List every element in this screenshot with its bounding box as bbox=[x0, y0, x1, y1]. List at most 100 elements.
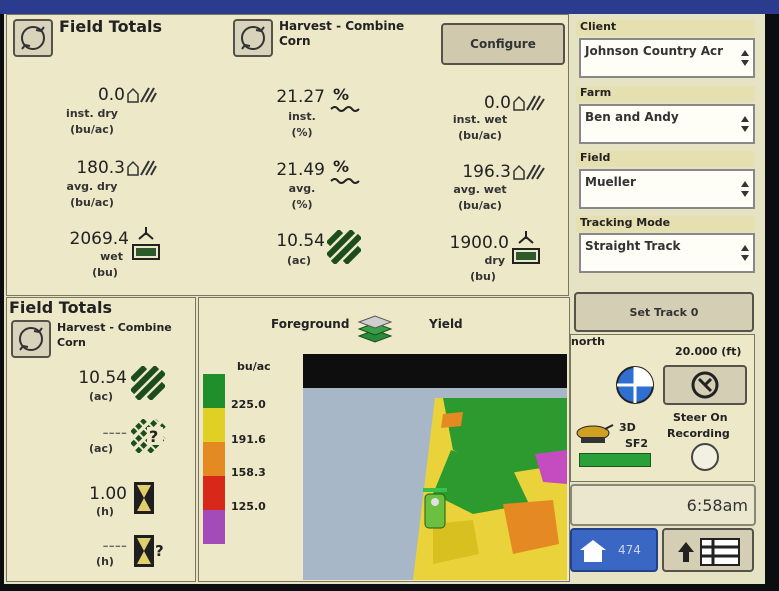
foreground-label: Foreground bbox=[271, 317, 350, 331]
field-header: Field bbox=[576, 151, 755, 167]
home-icon bbox=[580, 540, 606, 562]
area-unit: (ac) bbox=[287, 254, 311, 267]
left-time-remaining-unit: (h) bbox=[96, 555, 114, 568]
area-hatch-icon bbox=[327, 230, 361, 264]
hourglass-unknown-icon: ? bbox=[134, 535, 164, 567]
inst-wet-unit: (bu/ac) bbox=[458, 129, 502, 142]
inst-wet-value: 0.0 bbox=[483, 93, 511, 113]
bin-hatch-icon bbox=[513, 95, 545, 111]
map-panel: Foreground Yield bu/ac 225.0 191.6 158.3… bbox=[198, 297, 570, 582]
left-panel-title: Field Totals bbox=[9, 298, 113, 317]
bin-hatch-icon bbox=[513, 164, 545, 180]
scale-weight-icon bbox=[512, 231, 540, 264]
area-hatch-icon bbox=[131, 366, 165, 400]
refresh-icon bbox=[241, 26, 265, 50]
top-title-bar bbox=[0, 0, 779, 14]
home-button[interactable]: 474 bbox=[570, 528, 658, 572]
guidance-panel: north 20.000 (ft) Steer On 3D SF2 Record… bbox=[570, 334, 755, 482]
scale-weight-icon bbox=[132, 227, 160, 260]
recording-label: Recording bbox=[667, 427, 730, 440]
gps-satellite-icon bbox=[616, 366, 654, 404]
left-area-remaining-unit: (ac) bbox=[89, 442, 113, 455]
inst-moisture-label: inst. bbox=[288, 110, 316, 123]
harvest-title: Harvest - Combine bbox=[279, 19, 405, 33]
client-value: Johnson Country Acr bbox=[585, 44, 724, 58]
inst-moisture-unit: (%) bbox=[291, 126, 313, 139]
legend-value-1: 225.0 bbox=[231, 398, 266, 411]
up-down-arrows-icon bbox=[741, 116, 749, 132]
inst-dry-label: inst. dry bbox=[66, 107, 118, 120]
area-unknown-icon: ? bbox=[131, 419, 166, 453]
recording-indicator[interactable] bbox=[691, 443, 719, 471]
avg-moisture-value: 21.49 bbox=[276, 160, 325, 180]
tracking-mode-select[interactable]: Straight Track bbox=[579, 233, 755, 273]
map-layers-icon[interactable] bbox=[357, 310, 393, 344]
wet-total-value: 2069.4 bbox=[69, 229, 129, 249]
set-track-button[interactable]: Set Track 0 bbox=[574, 292, 754, 332]
field-value: Mueller bbox=[585, 175, 636, 189]
up-arrow-icon bbox=[678, 542, 694, 562]
set-track-label: Set Track 0 bbox=[629, 305, 699, 319]
inst-dry-unit: (bu/ac) bbox=[70, 123, 114, 136]
grid-menu-icon bbox=[700, 538, 740, 566]
wet-total-unit: (bu) bbox=[92, 266, 118, 279]
client-select[interactable]: Johnson Country Acr bbox=[579, 38, 755, 78]
bin-hatch-icon bbox=[127, 87, 157, 103]
menu-button[interactable] bbox=[662, 528, 754, 572]
left-area-value: 10.54 bbox=[78, 368, 127, 388]
legend-value-3: 158.3 bbox=[231, 466, 266, 479]
avg-dry-value: 180.3 bbox=[76, 158, 125, 178]
avg-wet-value: 196.3 bbox=[462, 162, 511, 182]
field-totals-panel-top: Field Totals Harvest - Combine Corn Conf… bbox=[6, 14, 569, 296]
avg-dry-unit: (bu/ac) bbox=[70, 196, 114, 209]
hourglass-icon bbox=[134, 482, 154, 514]
refresh-icon bbox=[19, 327, 43, 351]
field-select[interactable]: Mueller bbox=[579, 169, 755, 209]
field-totals-panel-left: Field Totals Harvest - Combine Corn 10.5… bbox=[6, 297, 196, 582]
legend-value-4: 125.0 bbox=[231, 500, 266, 513]
avg-moisture-unit: (%) bbox=[291, 198, 313, 211]
left-harvest-title: Harvest - Combine bbox=[57, 321, 172, 334]
steering-wheel-button[interactable] bbox=[663, 365, 747, 405]
avg-moisture-label: avg. bbox=[288, 182, 316, 195]
home-number: 474 bbox=[618, 543, 641, 557]
refresh-icon bbox=[21, 26, 45, 50]
up-down-arrows-icon bbox=[741, 50, 749, 66]
inst-dry-value: 0.0 bbox=[97, 85, 125, 105]
left-time-unit: (h) bbox=[96, 505, 114, 518]
dry-total-label: dry bbox=[484, 254, 505, 267]
client-header: Client bbox=[576, 20, 755, 36]
farm-header: Farm bbox=[576, 86, 755, 102]
legend-unit: bu/ac bbox=[237, 360, 271, 373]
track-width: 20.000 (ft) bbox=[675, 345, 742, 358]
configure-label: Configure bbox=[470, 37, 536, 51]
area-value: 10.54 bbox=[276, 231, 325, 251]
farm-value: Ben and Andy bbox=[585, 110, 679, 124]
gps-sf-label: SF2 bbox=[625, 437, 649, 450]
left-area-unit: (ac) bbox=[89, 390, 113, 403]
legend-swatch-4 bbox=[203, 476, 225, 510]
left-crop-label: Corn bbox=[57, 336, 86, 349]
left-time-remaining-value: ---- bbox=[102, 536, 127, 556]
signal-strength-bar bbox=[579, 453, 651, 467]
steering-wheel-icon bbox=[691, 371, 719, 399]
cycle-view-button-1[interactable] bbox=[13, 19, 53, 57]
configure-button[interactable]: Configure bbox=[441, 23, 565, 65]
avg-wet-unit: (bu/ac) bbox=[458, 199, 502, 212]
map-layer-label: Yield bbox=[429, 317, 463, 331]
avg-dry-label: avg. dry bbox=[66, 180, 118, 193]
wet-total-label: wet bbox=[100, 250, 123, 263]
legend-swatch-1 bbox=[203, 374, 225, 408]
up-down-arrows-icon bbox=[741, 245, 749, 261]
crop-label: Corn bbox=[279, 34, 311, 48]
inst-moisture-value: 21.27 bbox=[276, 87, 325, 107]
cycle-view-button-3[interactable] bbox=[11, 320, 51, 358]
svg-text:%: % bbox=[333, 85, 349, 104]
legend-value-2: 191.6 bbox=[231, 433, 266, 446]
time-label: 6:58am bbox=[686, 496, 748, 515]
display-screen: Field Totals Harvest - Combine Corn Conf… bbox=[4, 14, 765, 584]
yield-map-view[interactable] bbox=[303, 354, 567, 580]
cycle-view-button-2[interactable] bbox=[233, 19, 273, 57]
tracking-mode-value: Straight Track bbox=[585, 239, 681, 253]
farm-select[interactable]: Ben and Andy bbox=[579, 104, 755, 144]
